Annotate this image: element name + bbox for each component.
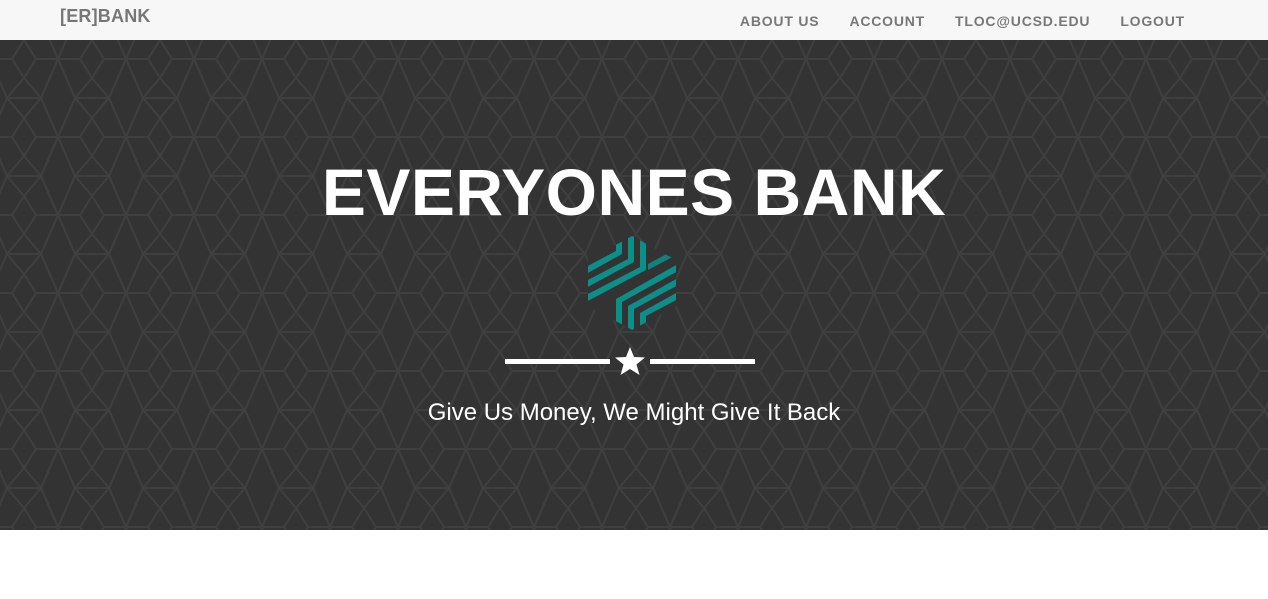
brand-logo-link[interactable]: [ER]BANK bbox=[60, 5, 151, 27]
nav-links: ABOUT US ACCOUNT TLOC@UCSD.EDU LOGOUT bbox=[740, 0, 1185, 40]
main-content-area bbox=[0, 530, 1268, 599]
navbar: [ER]BANK ABOUT US ACCOUNT TLOC@UCSD.EDU … bbox=[0, 0, 1268, 40]
hero-divider bbox=[505, 346, 755, 376]
nav-link-logout[interactable]: LOGOUT bbox=[1120, 5, 1185, 36]
divider-line-right bbox=[650, 359, 755, 364]
bank-logo-hexagon-icon bbox=[588, 236, 676, 330]
star-icon bbox=[615, 347, 645, 375]
nav-link-account[interactable]: ACCOUNT bbox=[849, 5, 925, 36]
nav-link-user-email[interactable]: TLOC@UCSD.EDU bbox=[955, 5, 1090, 36]
nav-link-about-us[interactable]: ABOUT US bbox=[740, 5, 820, 36]
divider-line-left bbox=[505, 359, 610, 364]
hero-tagline: Give Us Money, We Might Give It Back bbox=[427, 399, 841, 426]
hero-title: EVERYONES BANK bbox=[321, 155, 947, 229]
hero-section: EVERYONES BANK Give Us Money, We Might G… bbox=[0, 40, 1268, 530]
